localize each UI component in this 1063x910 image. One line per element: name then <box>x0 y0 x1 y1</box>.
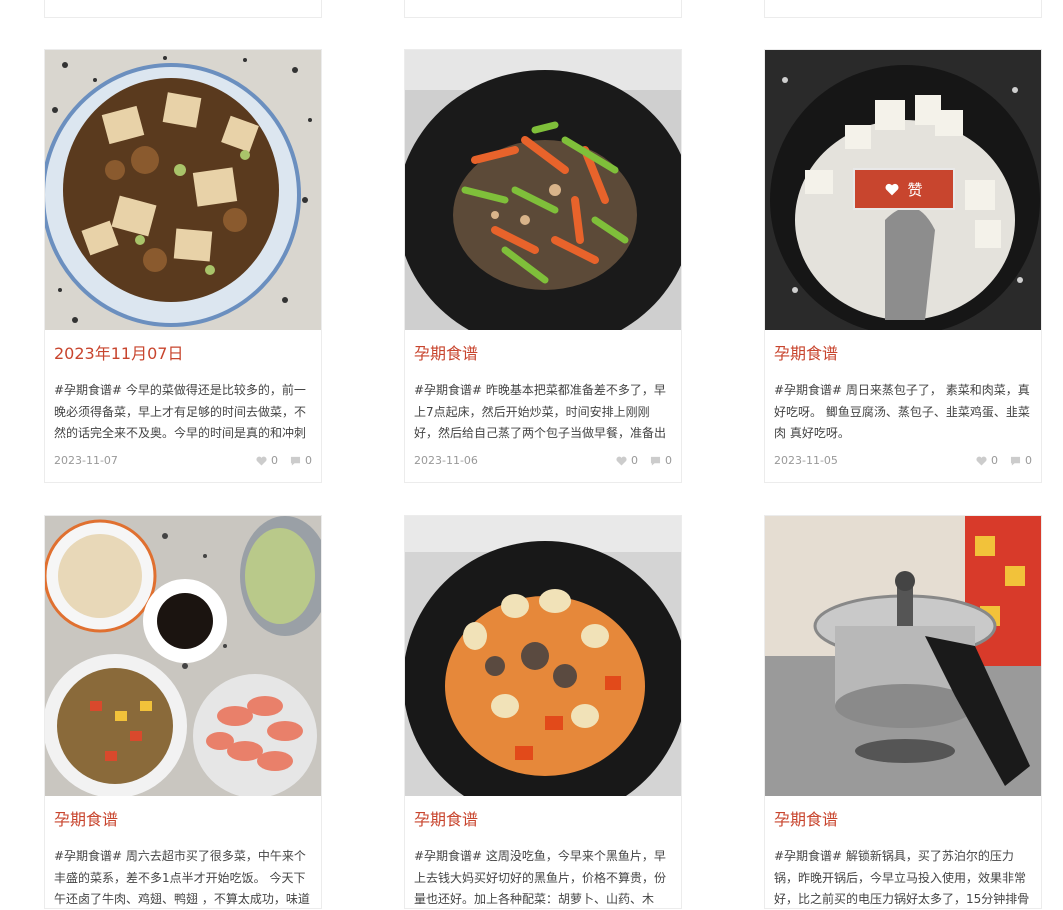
post-title[interactable]: 孕期食谱 <box>405 330 681 368</box>
post-title[interactable]: 孕期食谱 <box>405 796 681 834</box>
post-meta: 2023-11-05 0 0 <box>774 448 1032 482</box>
post-excerpt: #孕期食谱# 周日来蒸包子了， 素菜和肉菜，真好吃呀。 鲫鱼豆腐汤、蒸包子、韭菜… <box>774 383 1030 440</box>
post-card[interactable]: 孕期食谱 #孕期食谱# 周六去超市买了很多菜，中午来个丰盛的菜系，差不多1点半才… <box>44 515 322 909</box>
post-card[interactable]: 赞 孕期食谱 #孕期食谱# 周日来蒸包子了， 素菜和肉菜，真好吃呀。 鲫鱼豆腐汤… <box>764 49 1042 483</box>
post-image[interactable] <box>405 50 681 330</box>
post-date: 2023-11-05 <box>774 454 838 467</box>
post-meta: 2023-11-07 0 0 <box>54 448 312 482</box>
like-count: 0 <box>991 454 998 467</box>
heart-icon[interactable] <box>976 456 987 466</box>
comment-count: 0 <box>1025 454 1032 467</box>
post-excerpt: #孕期食谱# 周六去超市买了很多菜，中午来个丰盛的菜系，差不多1点半才开始吃饭。… <box>54 849 310 906</box>
post-image[interactable] <box>45 50 321 330</box>
heart-icon[interactable] <box>616 456 627 466</box>
post-excerpt: #孕期食谱# 这周没吃鱼，今早来个黑鱼片，早上去钱大妈买好切好的黑鱼片，价格不算… <box>414 849 667 906</box>
post-title[interactable]: 2023年11月07日 <box>45 330 321 368</box>
post-date: 2023-11-06 <box>414 454 478 467</box>
like-button-label: 赞 <box>907 180 923 199</box>
post-date: 2023-11-07 <box>54 454 118 467</box>
post-title[interactable]: 孕期食谱 <box>45 796 321 834</box>
post-image[interactable] <box>45 516 321 796</box>
post-card[interactable]: 2023年11月07日 #孕期食谱# 今早的菜做得还是比较多的，前一晚必须得备菜… <box>44 49 322 483</box>
comment-count: 0 <box>665 454 672 467</box>
post-title[interactable]: 孕期食谱 <box>765 796 1041 834</box>
heart-icon[interactable] <box>256 456 267 466</box>
post-meta: 2023-11-06 0 0 <box>414 448 672 482</box>
comment-icon[interactable] <box>290 456 301 466</box>
comment-icon[interactable] <box>650 456 661 466</box>
post-excerpt: #孕期食谱# 昨晚基本把菜都准备差不多了，早上7点起床，然后开始炒菜，时间安排上… <box>414 383 667 440</box>
post-card[interactable]: 孕期食谱 #孕期食谱# 这周没吃鱼，今早来个黑鱼片，早上去钱大妈买好切好的黑鱼片… <box>404 515 682 909</box>
like-button[interactable]: 赞 <box>853 168 955 210</box>
post-title[interactable]: 孕期食谱 <box>765 330 1041 368</box>
comment-icon[interactable] <box>1010 456 1021 466</box>
like-count: 0 <box>271 454 278 467</box>
partial-card-top-3 <box>764 0 1042 18</box>
like-count: 0 <box>631 454 638 467</box>
heart-icon <box>886 183 899 195</box>
post-excerpt: #孕期食谱# 今早的菜做得还是比较多的，前一晚必须得备菜，早上才有足够的时间去做… <box>54 383 307 440</box>
post-excerpt: #孕期食谱# 解锁新锅具，买了苏泊尔的压力锅，昨晚开锅后，今早立马投入使用，效果… <box>774 849 1030 906</box>
post-image[interactable]: 赞 <box>765 50 1041 330</box>
post-card[interactable]: 孕期食谱 #孕期食谱# 昨晚基本把菜都准备差不多了，早上7点起床，然后开始炒菜，… <box>404 49 682 483</box>
post-card[interactable]: 孕期食谱 #孕期食谱# 解锁新锅具，买了苏泊尔的压力锅，昨晚开锅后，今早立马投入… <box>764 515 1042 909</box>
partial-card-top-1 <box>44 0 322 18</box>
post-image[interactable] <box>405 516 681 796</box>
comment-count: 0 <box>305 454 312 467</box>
post-image[interactable] <box>765 516 1041 796</box>
partial-card-top-2 <box>404 0 682 18</box>
